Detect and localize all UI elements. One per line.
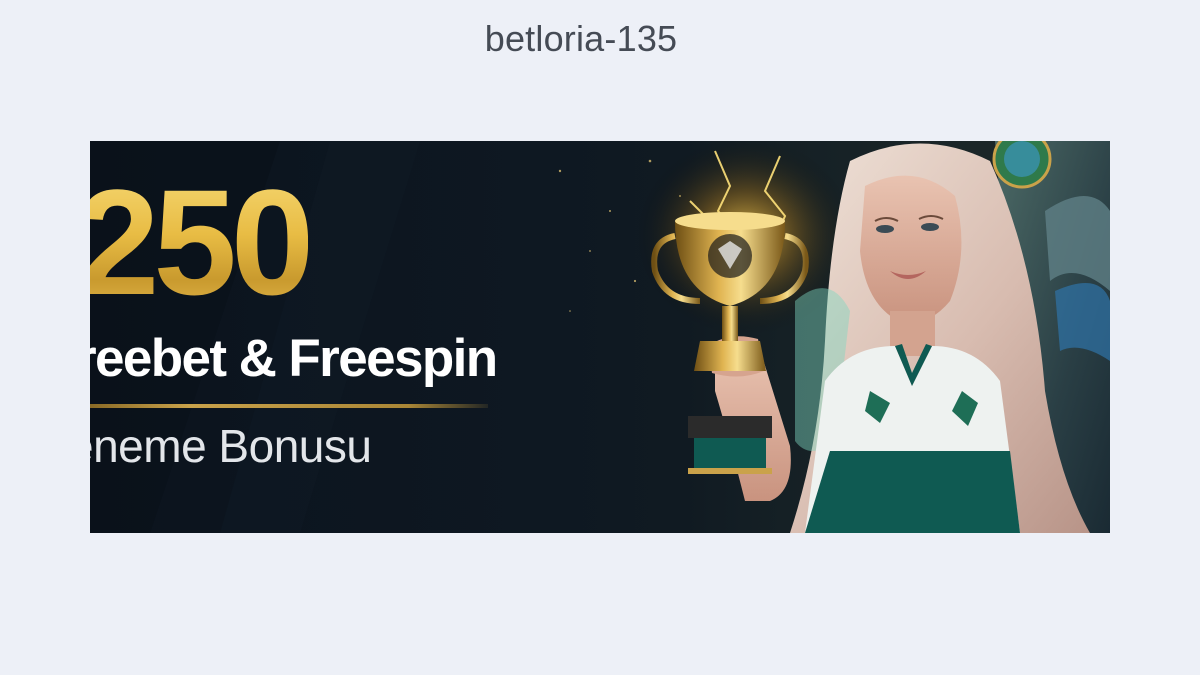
gold-divider [90,404,488,408]
bonus-subtitle: eneme Bonusu [90,420,372,472]
promo-banner[interactable]: 250 reebet & Freespin eneme Bonusu [90,141,1110,533]
bonus-amount: 250 [90,167,314,317]
bonus-offer-text: reebet & Freespin [90,329,498,388]
page-title: betloria-135 [484,18,678,59]
